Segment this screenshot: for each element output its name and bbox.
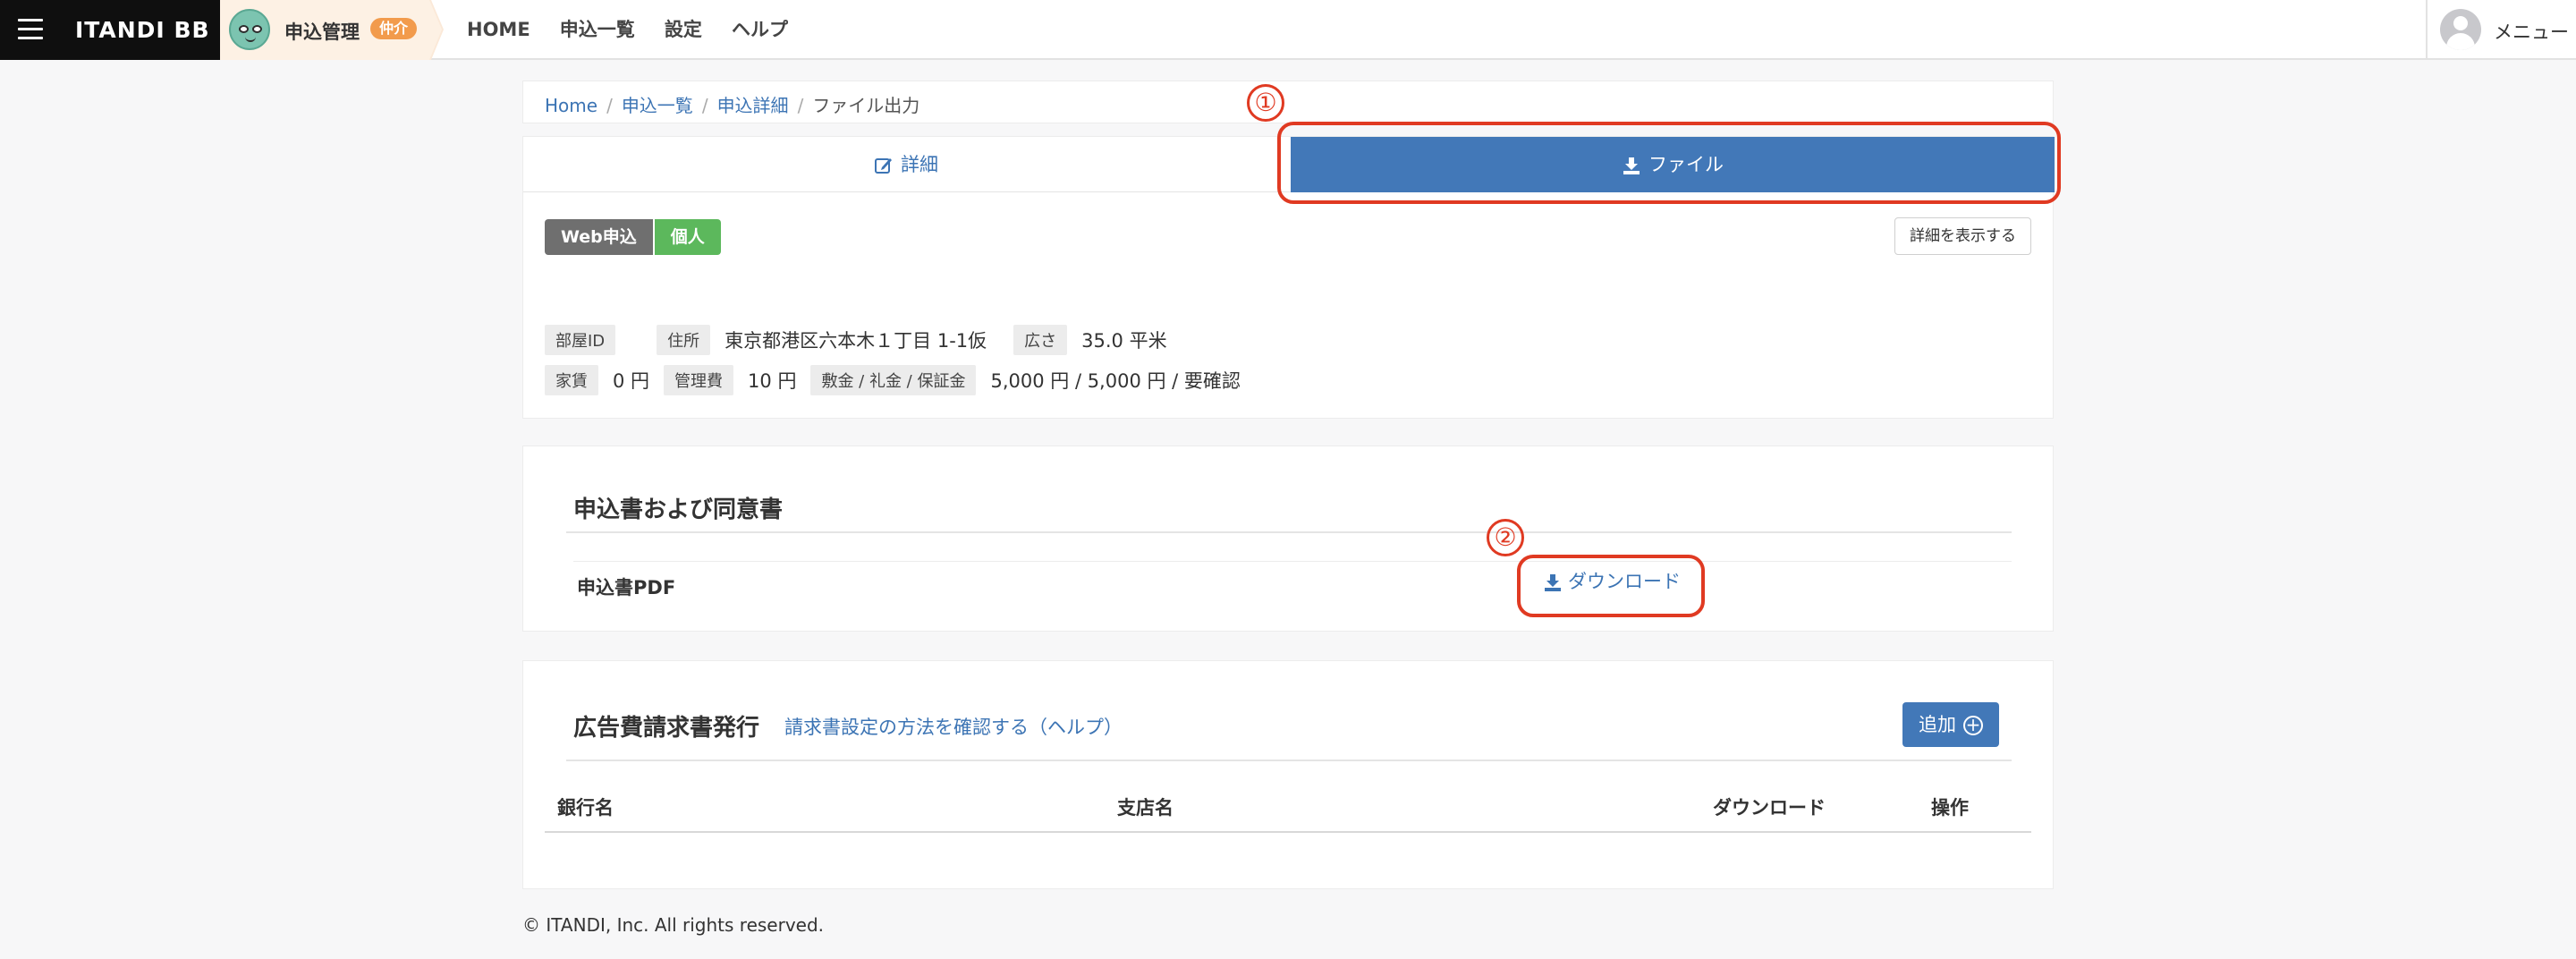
- address-label: 住所: [657, 325, 711, 355]
- row-divider: [573, 561, 2012, 562]
- brand-area: ITANDI BB: [0, 0, 220, 60]
- consent-section-title: 申込書および同意書: [573, 496, 784, 523]
- ad-invoice-card: 広告費請求書発行 請求書設定の方法を確認する（ヘルプ） 追加 + 銀行名 支店名 …: [522, 660, 2054, 889]
- management-fee-label: 管理費: [664, 365, 734, 395]
- breadcrumb-application-list[interactable]: 申込一覧: [622, 95, 693, 116]
- nav-application-list[interactable]: 申込一覧: [560, 0, 635, 60]
- breadcrumb-application-detail[interactable]: 申込詳細: [717, 95, 789, 116]
- tab-detail-label: 詳細: [901, 154, 938, 175]
- plus-circle-icon: +: [1963, 716, 1983, 735]
- area-label: 広さ: [1013, 325, 1068, 355]
- section-divider: [566, 531, 2012, 533]
- rent-label: 家賃: [545, 365, 598, 395]
- breadcrumb-separator: /: [606, 95, 613, 116]
- user-avatar-icon: [2440, 9, 2481, 50]
- tab-detail[interactable]: 詳細: [523, 137, 1289, 192]
- breadcrumb-separator: /: [797, 95, 804, 116]
- property-info-row-1: 部屋ID 住所 東京都港区六本木１丁目 1-1仮 広さ 35.0 平米: [545, 325, 1194, 355]
- user-menu[interactable]: メニュー: [2426, 0, 2576, 60]
- consent-documents-card: 申込書および同意書 申込書PDF ダウンロード: [522, 446, 2054, 632]
- column-header-branch: 支店名: [1117, 797, 1174, 819]
- column-header-actions: 操作: [1931, 797, 1969, 819]
- nav-settings[interactable]: 設定: [665, 0, 702, 60]
- annotation-marker-1: ①: [1247, 84, 1284, 122]
- application-pdf-label: 申込書PDF: [577, 577, 676, 598]
- app-switcher[interactable]: 申込管理 仲介: [220, 0, 444, 60]
- breadcrumb-current: ファイル出力: [812, 95, 920, 116]
- individual-badge: 個人: [654, 219, 721, 255]
- footer-copyright: © ITANDI, Inc. All rights reserved.: [522, 914, 825, 936]
- edit-icon: [875, 158, 892, 174]
- annotation-marker-2: ②: [1487, 519, 1524, 556]
- user-menu-label: メニュー: [2494, 21, 2569, 43]
- property-info-row-2: 家賃 0 円管理費 10 円敷金 / 礼金 / 保証金 5,000 円 / 5,000…: [545, 365, 1267, 395]
- web-application-badge: Web申込: [545, 219, 653, 255]
- column-header-download: ダウンロード: [1713, 797, 1826, 819]
- management-fee-value: 10 円: [748, 370, 797, 392]
- ad-invoice-title: 広告費請求書発行: [573, 715, 760, 742]
- application-badges: Web申込 個人: [545, 219, 721, 255]
- mascot-icon: [229, 9, 270, 50]
- deposit-value: 5,000 円 / 5,000 円 / 要確認: [990, 370, 1241, 392]
- annotation-highlight-file-tab: [1277, 122, 2061, 204]
- top-navbar: ITANDI BB 申込管理 仲介 HOME 申込一覧 設定 ヘルプ メニュー: [0, 0, 2576, 60]
- breadcrumb: Home / 申込一覧 / 申込詳細 / ファイル出力: [522, 81, 2054, 123]
- main-nav: HOME 申込一覧 設定 ヘルプ: [467, 0, 813, 60]
- breadcrumb-home[interactable]: Home: [545, 95, 597, 116]
- deposit-label: 敷金 / 礼金 / 保証金: [810, 365, 977, 395]
- room-id-label: 部屋ID: [545, 325, 616, 355]
- brand-logo[interactable]: ITANDI BB: [75, 17, 210, 43]
- address-value: 東京都港区六本木１丁目 1-1仮: [724, 330, 987, 352]
- section-divider: [566, 760, 2012, 761]
- nav-home[interactable]: HOME: [467, 0, 530, 60]
- nav-help[interactable]: ヘルプ: [732, 0, 788, 60]
- app-name: 申込管理: [284, 21, 360, 43]
- rent-value: 0 円: [613, 370, 650, 392]
- breadcrumb-separator: /: [701, 95, 708, 116]
- column-header-bank: 銀行名: [557, 797, 614, 819]
- add-button-label: 追加: [1919, 714, 1956, 735]
- area-value: 35.0 平米: [1081, 330, 1167, 352]
- invoice-help-link[interactable]: 請求書設定の方法を確認する（ヘルプ）: [784, 713, 1123, 740]
- app-role-badge: 仲介: [370, 18, 418, 39]
- hamburger-menu-icon[interactable]: [18, 19, 43, 40]
- add-invoice-button[interactable]: 追加 +: [1902, 702, 1999, 747]
- table-header-divider: [545, 831, 2031, 833]
- annotation-highlight-download: [1517, 555, 1705, 617]
- show-detail-button[interactable]: 詳細を表示する: [1894, 217, 2031, 255]
